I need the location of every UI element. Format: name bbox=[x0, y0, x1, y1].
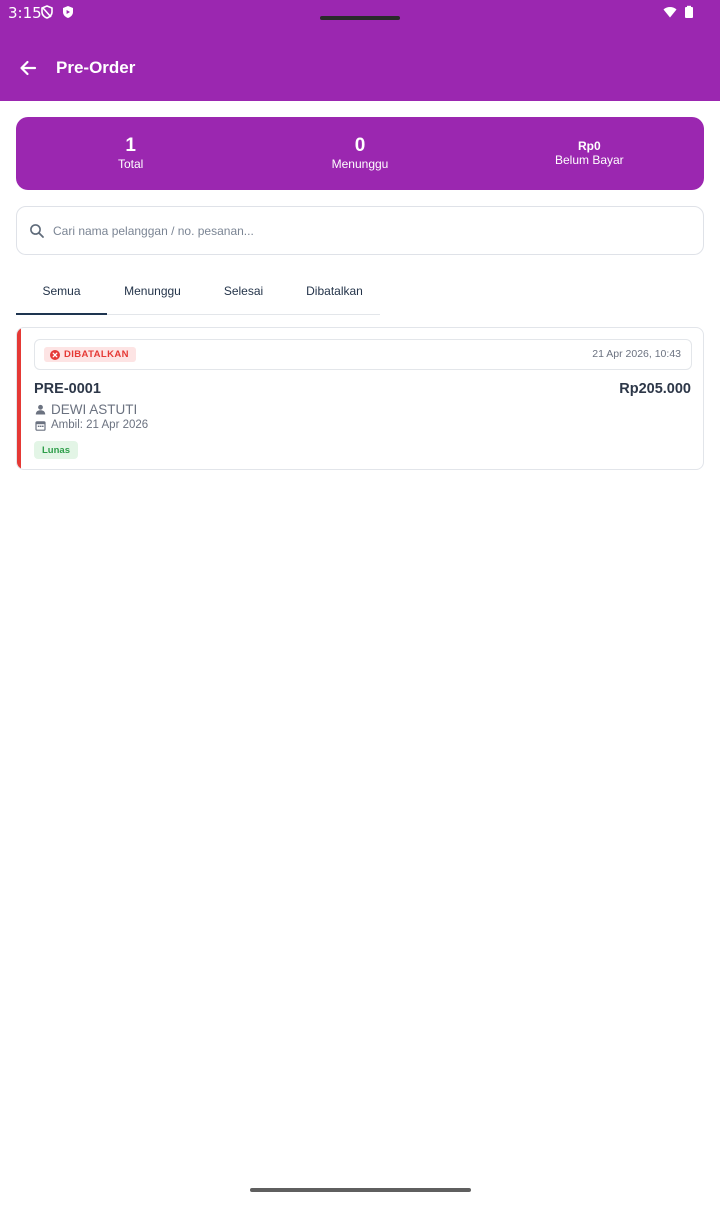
wifi-icon bbox=[663, 7, 677, 18]
page-title: Pre-Order bbox=[56, 58, 136, 77]
stat-unpaid: Rp0 Belum Bayar bbox=[475, 117, 704, 190]
pickup-row: Ambil: 21 Apr 2026 bbox=[35, 419, 148, 431]
customer-name: DEWI ASTUTI bbox=[51, 402, 138, 417]
stat-total-value: 1 bbox=[125, 135, 136, 156]
vpn-shield-icon bbox=[41, 5, 53, 19]
status-time: 3:15 bbox=[8, 4, 42, 22]
back-button[interactable] bbox=[14, 54, 42, 82]
person-icon bbox=[35, 404, 46, 415]
stat-unpaid-label: Belum Bayar bbox=[554, 153, 624, 167]
pickup-date: Ambil: 21 Apr 2026 bbox=[51, 419, 149, 431]
status-accent-bar bbox=[17, 328, 21, 469]
stat-waiting-value: 0 bbox=[354, 135, 366, 156]
play-protect-icon bbox=[63, 6, 73, 18]
order-amount: Rp205.000 bbox=[619, 381, 691, 397]
tab-menunggu[interactable]: Menunggu bbox=[107, 268, 198, 314]
status-badge: DIBATALKAN bbox=[44, 347, 136, 362]
stat-unpaid-value: Rp0 bbox=[577, 139, 601, 153]
tab-bar: Semua Menunggu Selesai Dibatalkan bbox=[16, 268, 380, 315]
status-badge-label: DIBATALKAN bbox=[64, 349, 129, 360]
order-card[interactable]: DIBATALKAN 21 Apr 2026, 10:43 PRE-0001 R… bbox=[16, 327, 704, 470]
arrow-left-icon bbox=[20, 60, 37, 76]
home-indicator[interactable] bbox=[250, 1188, 471, 1192]
app-bar: 3:15 Pre-Order bbox=[0, 0, 720, 101]
status-bar: 3:15 bbox=[0, 0, 720, 26]
stat-total: 1 Total bbox=[16, 117, 245, 190]
stat-total-label: Total bbox=[117, 157, 144, 171]
stat-waiting-label: Menunggu bbox=[331, 157, 389, 171]
camera-notch bbox=[320, 16, 400, 20]
order-card-header: DIBATALKAN 21 Apr 2026, 10:43 bbox=[34, 339, 692, 370]
payment-status-badge: Lunas bbox=[34, 441, 78, 459]
tab-dibatalkan[interactable]: Dibatalkan bbox=[289, 268, 380, 314]
cancel-circle-icon bbox=[50, 349, 60, 360]
order-number: PRE-0001 bbox=[34, 381, 101, 397]
search-box bbox=[16, 206, 704, 255]
toolbar: Pre-Order bbox=[0, 44, 720, 92]
calendar-icon bbox=[35, 420, 46, 431]
stat-waiting: 0 Menunggu bbox=[245, 117, 474, 190]
tab-semua[interactable]: Semua bbox=[16, 268, 107, 315]
battery-icon bbox=[685, 5, 693, 18]
search-input[interactable] bbox=[53, 219, 683, 243]
tab-selesai[interactable]: Selesai bbox=[198, 268, 289, 314]
order-date: 21 Apr 2026, 10:43 bbox=[592, 348, 681, 360]
search-icon bbox=[30, 224, 44, 238]
summary-card: 1 Total 0 Menunggu Rp0 Belum Bayar bbox=[16, 117, 704, 190]
customer-row: DEWI ASTUTI bbox=[35, 402, 137, 417]
